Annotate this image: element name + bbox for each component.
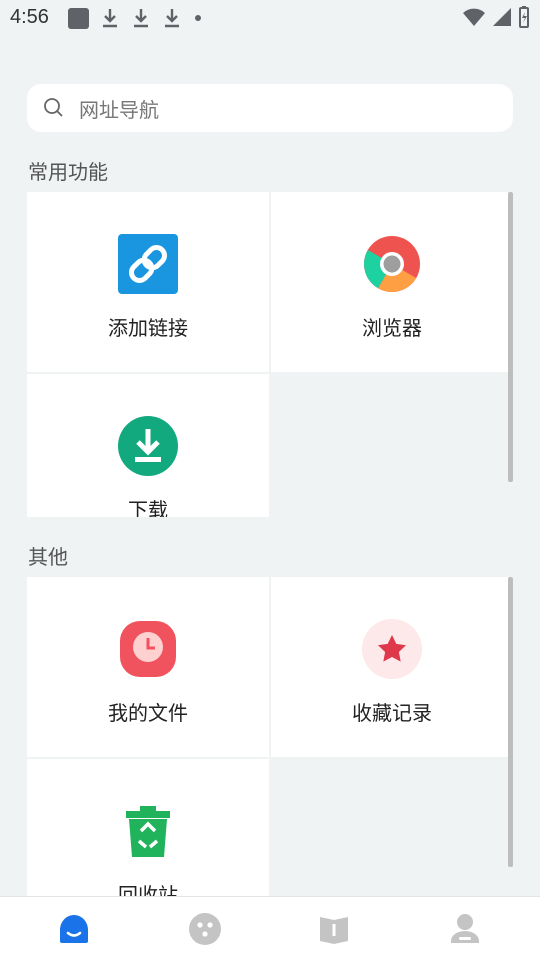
grid-item-recycle-bin[interactable]: 回收站 xyxy=(27,759,269,896)
status-time: 4:56 xyxy=(10,6,49,28)
grid-item-label: 下载 xyxy=(128,498,168,517)
download-icon xyxy=(118,416,178,476)
home-icon[interactable] xyxy=(57,912,91,946)
profile-icon[interactable] xyxy=(448,912,482,946)
recycle-bin-icon xyxy=(126,806,170,857)
grid-item-add-link[interactable]: 添加链接 xyxy=(27,192,269,372)
grid-item-label: 收藏记录 xyxy=(352,701,432,725)
bottom-navigation xyxy=(0,896,540,961)
link-icon xyxy=(118,234,178,294)
grid-item-favorites[interactable]: 收藏记录 xyxy=(271,577,513,757)
download-notification-icon xyxy=(103,9,117,28)
status-bar: 4:56 xyxy=(0,0,540,36)
chrome-browser-icon xyxy=(364,236,420,292)
star-icon xyxy=(362,619,422,679)
notification-icons xyxy=(68,7,203,29)
common-functions-grid: 添加链接 浏览器 下载 xyxy=(27,192,513,517)
download-notification-icon xyxy=(134,9,148,28)
book-icon[interactable] xyxy=(317,912,351,946)
grid-item-label: 我的文件 xyxy=(108,701,188,725)
cell-signal-icon xyxy=(493,8,511,26)
search-placeholder: 网址导航 xyxy=(79,97,159,122)
scrollbar[interactable] xyxy=(508,577,513,867)
others-grid: 我的文件 收藏记录 回收站 xyxy=(27,577,513,896)
battery-icon xyxy=(519,6,529,28)
grid-item-label: 添加链接 xyxy=(108,316,188,340)
grid-item-label: 浏览器 xyxy=(362,316,422,340)
section-title-common-functions: 常用功能 xyxy=(28,160,108,184)
clock-file-icon xyxy=(120,621,176,677)
download-notification-icon xyxy=(165,9,179,28)
section-title-others: 其他 xyxy=(28,545,68,569)
system-icons xyxy=(462,6,530,28)
grid-item-my-files[interactable]: 我的文件 xyxy=(27,577,269,757)
search-bar[interactable]: 网址导航 xyxy=(27,84,513,132)
grid-item-browser[interactable]: 浏览器 xyxy=(271,192,513,372)
scrollbar[interactable] xyxy=(508,192,513,482)
search-icon xyxy=(44,98,63,117)
grid-item-download[interactable]: 下载 xyxy=(27,374,269,517)
discover-icon[interactable] xyxy=(188,912,222,946)
app-notification-icon xyxy=(68,7,89,29)
more-notifications-dot-icon xyxy=(195,15,201,21)
wifi-icon xyxy=(463,8,485,26)
grid-item-label: 回收站 xyxy=(118,883,178,896)
